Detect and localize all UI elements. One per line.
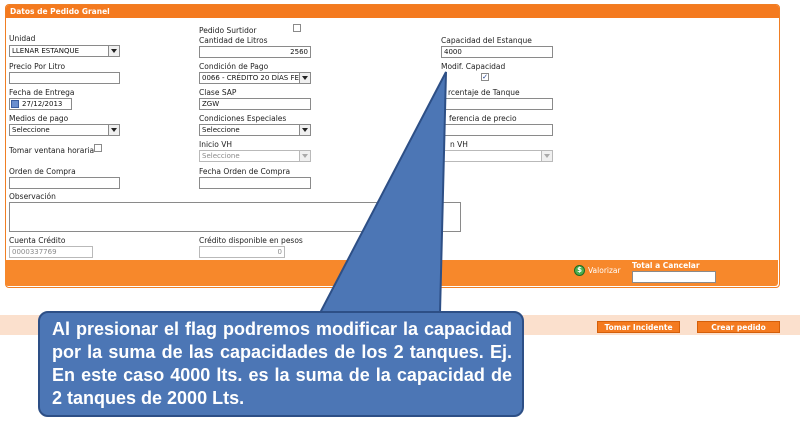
callout-text: Al presionar el flag podremos modificar … bbox=[52, 319, 512, 408]
callout-pointer-shape bbox=[318, 71, 447, 314]
